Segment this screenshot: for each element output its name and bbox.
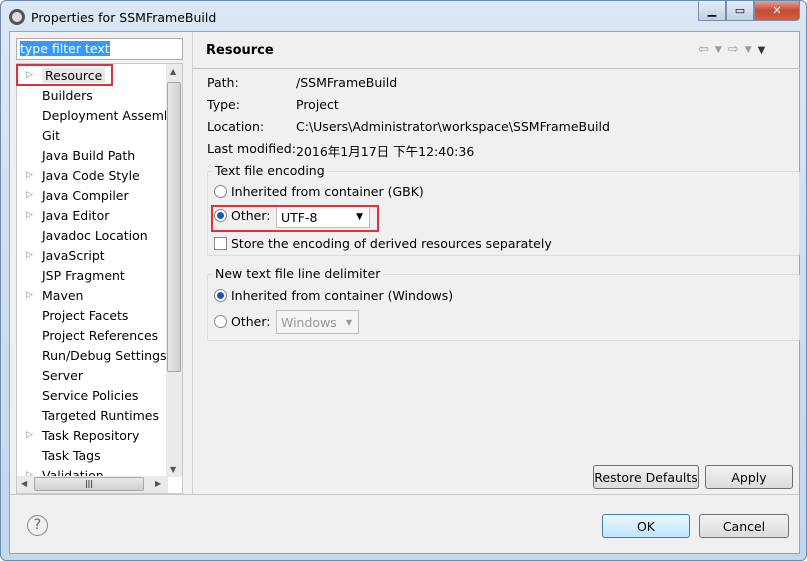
minimize-button[interactable]: ▁ (698, 1, 726, 21)
expand-icon[interactable]: ▷ (17, 430, 42, 440)
radio-icon (214, 289, 227, 302)
tree-item[interactable]: JSP Fragment (17, 265, 125, 285)
store-encoding-checkbox[interactable]: Store the encoding of derived resources … (214, 236, 552, 251)
tree-item[interactable]: Git (17, 125, 60, 145)
scroll-left-icon[interactable]: ◀ (21, 479, 27, 488)
scroll-thumb[interactable]: ||| (34, 477, 144, 491)
header-separator (193, 68, 800, 69)
tree-item-label: Deployment Assembly (42, 107, 183, 123)
tree-item-label: Javadoc Location (42, 227, 148, 243)
tree-item[interactable]: ▷ JavaScript (17, 245, 105, 265)
tree-item[interactable]: Java Build Path (17, 145, 135, 165)
tree-item[interactable]: Deployment Assembly (17, 105, 183, 125)
info-label: Type: (207, 97, 240, 112)
radio-icon (214, 185, 227, 198)
tree-item-label: Run/Debug Settings (42, 347, 167, 363)
back-icon[interactable]: ⇦ (698, 42, 709, 59)
scroll-up-icon[interactable]: ▲ (170, 67, 176, 76)
encoding-inherited-radio[interactable]: Inherited from container (GBK) (214, 184, 424, 199)
radio-icon (214, 315, 227, 328)
tree-item-label: Task Repository (42, 427, 140, 443)
tree-item[interactable]: Service Policies (17, 385, 138, 405)
ok-button[interactable]: OK (602, 514, 690, 538)
tree-item-label: Server (42, 367, 83, 383)
tree-item-label: Project Facets (42, 307, 129, 323)
info-label: Path: (207, 75, 239, 90)
chevron-down-icon: ▼ (345, 317, 352, 327)
delimiter-inherited-radio[interactable]: Inherited from container (Windows) (214, 288, 453, 303)
title-bar: Properties for SSMFrameBuild (9, 7, 216, 27)
scroll-right-icon[interactable]: ▶ (155, 479, 161, 488)
apply-button[interactable]: Apply (705, 465, 793, 489)
tree-item-label: Project References (42, 327, 159, 343)
expand-icon[interactable]: ▷ (17, 190, 42, 200)
eclipse-icon (9, 9, 25, 25)
tree-item-label: Builders (42, 87, 93, 103)
scroll-down-icon[interactable]: ▼ (170, 465, 176, 474)
tree-item[interactable]: Targeted Runtimes (17, 405, 159, 425)
forward-icon[interactable]: ⇨ (728, 42, 739, 59)
page-title: Resource (206, 43, 274, 58)
tree-item[interactable]: Project Facets (17, 305, 128, 325)
highlight-box (16, 64, 113, 86)
expand-icon[interactable]: ▷ (17, 250, 42, 260)
checkbox-icon (214, 237, 227, 250)
expand-icon[interactable]: ▷ (17, 170, 42, 180)
view-menu-icon[interactable]: ▼ (758, 42, 766, 59)
delimiter-select[interactable]: Windows ▼ (276, 310, 359, 334)
tree-item[interactable]: Javadoc Location (17, 225, 148, 245)
delimiter-other-radio[interactable]: Other: (214, 314, 270, 329)
cancel-button[interactable]: Cancel (699, 514, 789, 538)
delimiter-group-label: New text file line delimiter (212, 266, 384, 281)
restore-defaults-button[interactable]: Restore Defaults (593, 465, 699, 489)
vertical-scrollbar[interactable]: ▲ ▼ (166, 64, 182, 477)
tree-item-label: Targeted Runtimes (42, 407, 159, 423)
tree-item[interactable]: Project References (17, 325, 158, 345)
tree-item-label: JSP Fragment (42, 267, 125, 283)
tree-item[interactable]: Task Tags (17, 445, 101, 465)
page-tree: ▷ Resource Builders Deployment Assembly Git J… (16, 63, 183, 494)
horizontal-scrollbar[interactable]: ◀ ||| ▶ (17, 476, 168, 493)
window-title: Properties for SSMFrameBuild (31, 9, 217, 25)
info-label: Location: (207, 119, 265, 134)
expand-icon[interactable]: ▷ (17, 290, 42, 300)
encoding-group-label: Text file encoding (212, 163, 328, 178)
scroll-thumb[interactable] (167, 82, 181, 372)
help-icon[interactable]: ? (27, 515, 48, 536)
close-button[interactable]: ✕ (754, 1, 800, 21)
tree-item[interactable]: ▷ Task Repository (17, 425, 139, 445)
sash-divider[interactable] (192, 32, 193, 494)
tree-item[interactable]: Run/Debug Settings (17, 345, 167, 365)
filter-input[interactable]: type filter text (16, 38, 183, 60)
tree-item-label: Java Compiler (42, 187, 129, 203)
footer-separator (10, 494, 799, 495)
info-value: /SSMFrameBuild (296, 75, 398, 90)
tree-item-label: Java Editor (42, 207, 110, 223)
info-value: C:\Users\Administrator\workspace\SSMFram… (296, 119, 610, 134)
tree-item-label: JavaScript (42, 247, 105, 263)
maximize-button[interactable]: ▭ (726, 1, 754, 21)
tree-item-label: Maven (42, 287, 84, 303)
tree-item[interactable]: ▷ Maven (17, 285, 83, 305)
info-label: Last modified: (207, 141, 296, 156)
info-value: Project (296, 97, 339, 112)
page-navigation: ⇦ ▼ ⇨ ▼ ▼ (698, 42, 765, 59)
back-menu-icon[interactable]: ▼ (715, 42, 722, 59)
properties-dialog: Properties for SSMFrameBuild ▁ ▭ ✕ type … (0, 0, 807, 561)
tree-item[interactable]: ▷ Java Editor (17, 205, 109, 225)
tree-item-label: Git (42, 127, 61, 143)
tree-item-label: Service Policies (42, 387, 139, 403)
expand-icon[interactable]: ▷ (17, 210, 42, 220)
tree-item[interactable]: Server (17, 365, 83, 385)
tree-item-label: Java Build Path (42, 147, 136, 163)
tree-item[interactable]: ▷ Java Compiler (17, 185, 129, 205)
tree-item-label: Java Code Style (42, 167, 140, 183)
tree-item-label: Task Tags (42, 447, 101, 463)
tree-item[interactable]: ▷ Java Code Style (17, 165, 140, 185)
highlight-box (211, 205, 379, 232)
tree-item[interactable]: Builders (17, 85, 93, 105)
dialog-client: type filter text ▷ Resource Builders Deploy… (9, 31, 800, 554)
forward-menu-icon[interactable]: ▼ (745, 42, 752, 59)
info-value: 2016年1月17日 下午12:40:36 (296, 144, 475, 159)
